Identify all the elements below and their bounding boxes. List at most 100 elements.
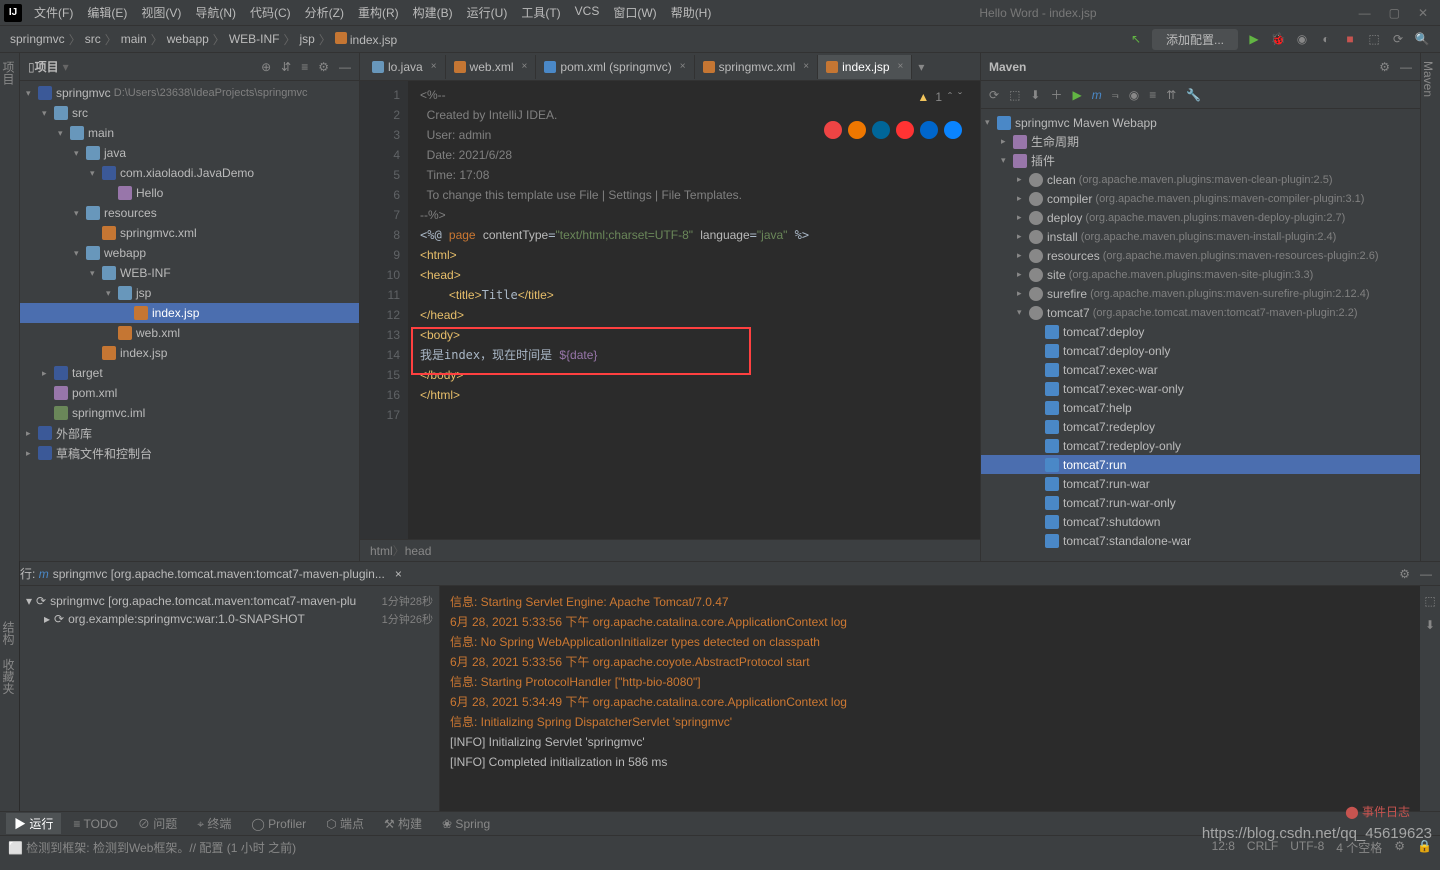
scroll-end-icon[interactable]: ⬇	[1425, 618, 1435, 632]
breadcrumb-item[interactable]: src	[85, 32, 101, 46]
generate-icon[interactable]: ⬚	[1009, 88, 1020, 102]
menu-item[interactable]: VCS	[569, 2, 606, 23]
hide-icon[interactable]: —	[339, 60, 351, 74]
prev-highlight-icon[interactable]: ˆ	[948, 87, 952, 107]
maven-tree-row[interactable]: ▾tomcat7 (org.apache.tomcat.maven:tomcat…	[981, 303, 1420, 322]
maven-tree-row[interactable]: ▸surefire (org.apache.maven.plugins:mave…	[981, 284, 1420, 303]
breadcrumb-item[interactable]: jsp	[300, 32, 315, 46]
code-line[interactable]: </body>	[420, 365, 980, 385]
menu-item[interactable]: 工具(T)	[515, 2, 566, 23]
code-line[interactable]: </html>	[420, 385, 980, 405]
maven-tree-row[interactable]: tomcat7:redeploy	[981, 417, 1420, 436]
code-line[interactable]: Time: 17:08	[420, 165, 980, 185]
hide-icon[interactable]: —	[1420, 567, 1432, 581]
tree-row[interactable]: ▾main	[20, 123, 359, 143]
code-line[interactable]: <%--	[420, 85, 980, 105]
safari-icon[interactable]	[872, 121, 890, 139]
maven-tree-row[interactable]: ▸生命周期	[981, 132, 1420, 151]
editor-tab[interactable]: web.xml×	[446, 55, 537, 79]
maven-tree-row[interactable]: tomcat7:run	[981, 455, 1420, 474]
maven-tree-row[interactable]: tomcat7:deploy	[981, 322, 1420, 341]
bottom-tab[interactable]: ⚒ 构建	[376, 813, 430, 834]
code-line[interactable]: <html>	[420, 245, 980, 265]
bottom-tab[interactable]: ⊘ 问题	[130, 813, 185, 834]
maven-tree-row[interactable]: tomcat7:standalone-war	[981, 531, 1420, 550]
next-highlight-icon[interactable]: ˇ	[958, 87, 962, 107]
maven-tree-row[interactable]: tomcat7:exec-war-only	[981, 379, 1420, 398]
tree-row[interactable]: index.jsp	[20, 303, 359, 323]
coverage-icon[interactable]: ◉	[1294, 31, 1310, 47]
maven-tree-row[interactable]: ▾springmvc Maven Webapp	[981, 113, 1420, 132]
code-line[interactable]: To change this template use File | Setti…	[420, 185, 980, 205]
run-tree-root[interactable]: ▾⟳ springmvc [org.apache.tomcat.maven:to…	[26, 592, 433, 610]
build-hammer-icon[interactable]: ↖	[1128, 31, 1144, 47]
maximize-icon[interactable]: ▢	[1389, 6, 1400, 20]
hide-icon[interactable]: —	[1400, 60, 1412, 74]
stop-icon[interactable]: ■	[1342, 31, 1358, 47]
chrome-icon[interactable]	[824, 121, 842, 139]
maven-tree-row[interactable]: ▸clean (org.apache.maven.plugins:maven-c…	[981, 170, 1420, 189]
menu-item[interactable]: 分析(Z)	[299, 2, 350, 23]
menu-item[interactable]: 视图(V)	[135, 2, 187, 23]
bottom-tab[interactable]: ◯ Profiler	[243, 815, 314, 833]
close-icon[interactable]: ✕	[1418, 6, 1428, 20]
maven-tree-row[interactable]: tomcat7:exec-war	[981, 360, 1420, 379]
soft-wrap-icon[interactable]: ⬚	[1424, 594, 1435, 608]
code-line[interactable]: --%>	[420, 205, 980, 225]
breadcrumb-item[interactable]: WEB-INF	[229, 32, 280, 46]
maven-tree-row[interactable]: tomcat7:help	[981, 398, 1420, 417]
tree-row[interactable]: springmvc.iml	[20, 403, 359, 423]
show-deps-icon[interactable]: ≡	[1149, 88, 1156, 102]
gear-icon[interactable]: ⚙	[1399, 567, 1410, 581]
firefox-icon[interactable]	[848, 121, 866, 139]
reload-icon[interactable]: ⟳	[989, 88, 999, 102]
bottom-tab[interactable]: ⌖ 终端	[189, 813, 239, 834]
editor-breadcrumb[interactable]: html 〉 head	[360, 539, 980, 561]
tree-row[interactable]: ▾java	[20, 143, 359, 163]
bottom-tab[interactable]: ❀ Spring	[434, 815, 498, 833]
run-maven-icon[interactable]: ▶	[1072, 88, 1081, 102]
toggle-offline-icon[interactable]: ⫬	[1112, 87, 1119, 102]
tree-row[interactable]: web.xml	[20, 323, 359, 343]
left-tool-strip[interactable]: 项目	[0, 53, 20, 561]
bottom-tab[interactable]: ≡ TODO	[65, 815, 126, 833]
minimize-icon[interactable]: —	[1359, 6, 1371, 20]
event-log-indicator[interactable]: ⬤ 事件日志	[1345, 803, 1410, 820]
menu-item[interactable]: 运行(U)	[461, 2, 514, 23]
code-line[interactable]: </head>	[420, 305, 980, 325]
tree-row[interactable]: index.jsp	[20, 343, 359, 363]
menu-item[interactable]: 窗口(W)	[607, 2, 662, 23]
left-bottom-strip[interactable]: 结构 收藏夹	[0, 561, 20, 811]
run-config-dropdown[interactable]: 添加配置...	[1152, 29, 1238, 50]
search-icon[interactable]: 🔍	[1414, 31, 1430, 47]
run-icon[interactable]: ▶	[1246, 31, 1262, 47]
tree-row[interactable]: Hello	[20, 183, 359, 203]
code-line[interactable]: <%@ page contentType="text/html;charset=…	[420, 225, 980, 245]
vcs-icon[interactable]: ⬚	[1366, 31, 1382, 47]
maven-tree-row[interactable]: ▾插件	[981, 151, 1420, 170]
maven-tree-row[interactable]: tomcat7:shutdown	[981, 512, 1420, 531]
editor-bc-item[interactable]: head	[405, 544, 432, 558]
editor-bc-item[interactable]: html	[370, 544, 393, 558]
gear-icon[interactable]: ⚙	[318, 60, 329, 74]
run-tree-child[interactable]: ▸⟳ org.example:springmvc:war:1.0-SNAPSHO…	[26, 610, 433, 628]
execute-icon[interactable]: m	[1092, 88, 1102, 102]
tree-row[interactable]: ▾com.xiaolaodi.JavaDemo	[20, 163, 359, 183]
editor-tab[interactable]: pom.xml (springmvc)×	[536, 55, 694, 79]
add-icon[interactable]: ＋	[1050, 86, 1062, 103]
debug-icon[interactable]: 🐞	[1270, 31, 1286, 47]
tree-row[interactable]: springmvc.xml	[20, 223, 359, 243]
breadcrumb-item[interactable]: main	[121, 32, 147, 46]
edge-icon[interactable]	[944, 121, 962, 139]
menu-item[interactable]: 文件(F)	[28, 2, 79, 23]
code-line[interactable]: <body>	[420, 325, 980, 345]
right-tool-strip[interactable]: Maven	[1420, 53, 1440, 561]
tree-row[interactable]: ▾resources	[20, 203, 359, 223]
opera-icon[interactable]	[896, 121, 914, 139]
tree-row[interactable]: ▾src	[20, 103, 359, 123]
tree-row[interactable]: pom.xml	[20, 383, 359, 403]
menu-item[interactable]: 构建(B)	[407, 2, 459, 23]
dropdown-icon[interactable]: ▾	[63, 60, 69, 74]
code-line[interactable]: Date: 2021/6/28	[420, 145, 980, 165]
collapse-icon[interactable]: ≡	[301, 60, 308, 74]
